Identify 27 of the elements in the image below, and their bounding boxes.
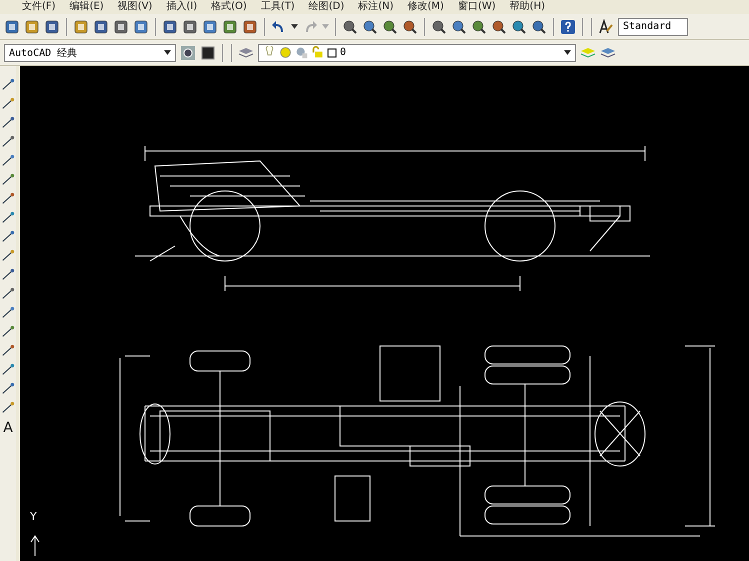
ucs-icon bbox=[30, 535, 40, 556]
multiline-text-tool[interactable]: A bbox=[3, 420, 13, 436]
menu-item[interactable]: 视图(V) bbox=[118, 0, 152, 14]
menu-item[interactable]: 绘图(D) bbox=[308, 0, 344, 14]
help-icon[interactable] bbox=[560, 18, 576, 34]
layer-dropdown[interactable]: 0 bbox=[258, 44, 576, 62]
menu-item[interactable]: 编辑(E) bbox=[70, 0, 104, 14]
menu-item[interactable]: 窗口(W) bbox=[458, 0, 496, 14]
zoom-icon[interactable] bbox=[362, 18, 378, 34]
menu-item[interactable]: 帮助(H) bbox=[510, 0, 545, 14]
menu-item[interactable]: 文件(F) bbox=[22, 0, 56, 14]
color-swatch-icon[interactable] bbox=[327, 48, 337, 58]
text-style-field[interactable]: Standard bbox=[618, 18, 688, 36]
drawing-canvas[interactable]: Y bbox=[20, 66, 749, 561]
text-style-icon[interactable] bbox=[598, 18, 614, 34]
menu-item[interactable]: 修改(M) bbox=[408, 0, 444, 14]
dropdown-caret-icon[interactable] bbox=[564, 50, 571, 55]
ucs-axis-label: Y bbox=[30, 510, 37, 523]
dropdown-caret-icon bbox=[322, 24, 329, 29]
menu-item[interactable]: 插入(I) bbox=[166, 0, 198, 14]
menu-item[interactable]: 标注(N) bbox=[358, 0, 394, 14]
line-icon[interactable] bbox=[1, 78, 15, 92]
menu-item[interactable]: 工具(T) bbox=[260, 0, 295, 14]
dropdown-caret-icon[interactable] bbox=[291, 24, 298, 29]
menu-item[interactable]: 格式(O) bbox=[211, 0, 247, 14]
dropdown-caret-icon[interactable] bbox=[164, 50, 171, 55]
workspace-dropdown[interactable]: AutoCAD 经典 bbox=[4, 44, 176, 62]
